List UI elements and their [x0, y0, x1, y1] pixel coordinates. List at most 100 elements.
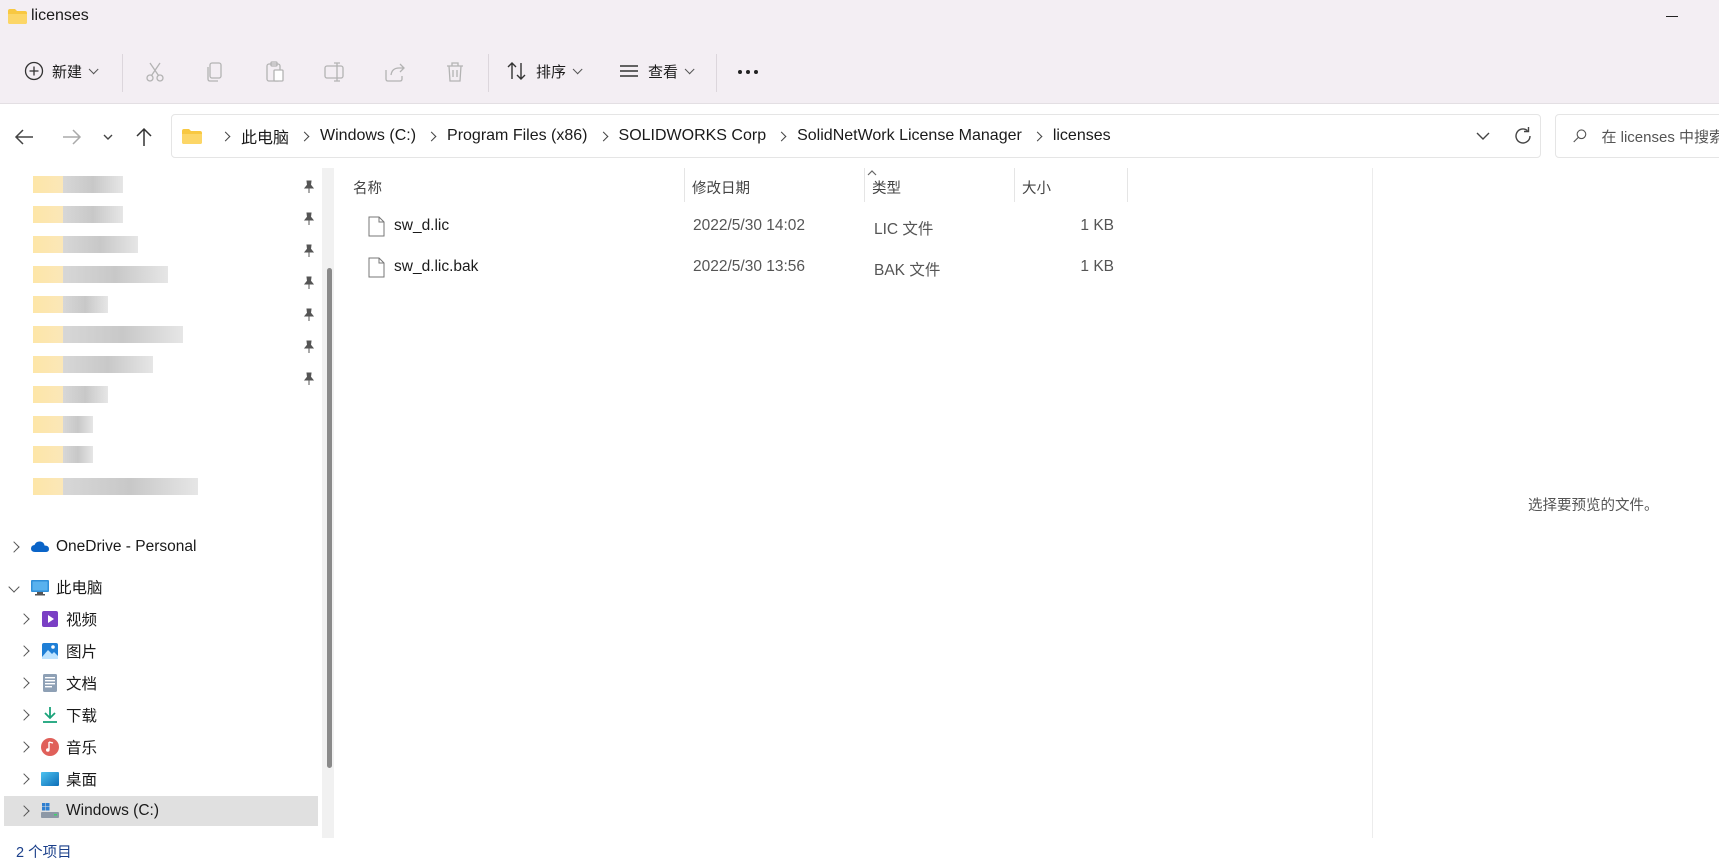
chevron-right-icon[interactable] — [18, 741, 30, 753]
new-button[interactable]: 新建 — [24, 53, 99, 89]
back-button[interactable] — [12, 124, 38, 150]
share-button[interactable] — [383, 60, 407, 84]
crumb-license-manager[interactable]: SolidNetWork License Manager — [797, 127, 1022, 145]
chevron-right-icon[interactable] — [776, 131, 787, 141]
cut-icon — [146, 62, 164, 82]
chevron-down-icon — [572, 63, 583, 74]
sidebar-item-documents[interactable]: 文档 — [0, 668, 318, 698]
file-date: 2022/5/30 13:56 — [693, 258, 806, 275]
paste-icon — [266, 61, 284, 82]
chevron-right-icon[interactable] — [426, 131, 437, 141]
chevron-down-icon — [103, 134, 113, 140]
title-bar: licenses — [0, 0, 1719, 36]
sidebar-item-this-pc[interactable]: 此电脑 — [0, 572, 318, 602]
sidebar-item-label: 文档 — [66, 676, 98, 693]
rename-button[interactable] — [323, 60, 347, 84]
chevron-down-icon[interactable] — [8, 581, 20, 593]
sidebar-item-downloads[interactable]: 下载 — [0, 700, 318, 730]
chevron-down-icon — [684, 63, 695, 74]
pictures-icon — [42, 643, 58, 659]
chevron-right-icon[interactable] — [299, 131, 310, 141]
delete-button[interactable] — [443, 60, 467, 84]
chevron-right-icon[interactable] — [18, 677, 30, 689]
sidebar-item-windows-c[interactable]: Windows (C:) — [4, 796, 318, 826]
sidebar-item-onedrive[interactable]: OneDrive - Personal — [0, 532, 318, 562]
sidebar-item-label: 此电脑 — [56, 580, 103, 597]
table-row[interactable]: sw_d.lic 2022/5/30 14:02 LIC 文件 1 KB — [344, 206, 1134, 246]
chevron-right-icon[interactable] — [18, 709, 30, 721]
new-label: 新建 — [52, 63, 83, 81]
sort-label: 排序 — [536, 63, 567, 81]
file-type: LIC 文件 — [874, 221, 934, 238]
more-button[interactable] — [736, 60, 760, 84]
chevron-right-icon[interactable] — [18, 773, 30, 785]
column-header-type[interactable]: 类型 — [865, 168, 1014, 202]
sidebar-item-label: 图片 — [66, 644, 98, 661]
file-name: sw_d.lic.bak — [394, 258, 479, 275]
search-icon — [1573, 129, 1587, 143]
view-label: 查看 — [648, 63, 679, 81]
status-bar: 2 个项目 — [0, 838, 1719, 866]
copy-button[interactable] — [203, 60, 227, 84]
sidebar-item-pictures[interactable]: 图片 — [0, 636, 318, 666]
share-icon — [385, 63, 405, 82]
sort-icon — [507, 62, 526, 80]
address-bar[interactable]: 此电脑 Windows (C:) Program Files (x86) SOL… — [171, 114, 1541, 158]
divider — [716, 54, 717, 92]
file-type: BAK 文件 — [874, 262, 941, 279]
more-icon — [738, 70, 758, 74]
sidebar-item-videos[interactable]: 视频 — [0, 604, 318, 634]
music-icon — [41, 738, 59, 756]
sidebar-item-label: OneDrive - Personal — [56, 538, 197, 555]
crumb-this-pc[interactable]: 此电脑 — [241, 124, 289, 148]
sidebar-item-desktop[interactable]: 桌面 — [0, 764, 318, 794]
paste-button[interactable] — [263, 60, 287, 84]
navigation-pane: OneDrive - Personal 此电脑 视频 图片 文档 下载 音乐 桌… — [0, 168, 322, 838]
search-placeholder: 在 licenses 中搜索 — [1601, 128, 1719, 146]
chevron-right-icon[interactable] — [18, 613, 30, 625]
chevron-right-icon[interactable] — [18, 805, 30, 817]
address-history-button[interactable] — [1474, 127, 1492, 145]
column-header-size[interactable]: 大小 — [1015, 168, 1127, 202]
column-header-date[interactable]: 修改日期 — [685, 168, 864, 202]
chevron-right-icon[interactable] — [598, 131, 608, 141]
sidebar-item-label: 视频 — [66, 612, 98, 629]
column-header-name[interactable]: 名称 — [344, 168, 684, 202]
downloads-icon — [43, 707, 57, 723]
chevron-right-icon[interactable] — [220, 131, 231, 141]
search-input[interactable]: 在 licenses 中搜索 — [1555, 114, 1719, 158]
table-row[interactable]: sw_d.lic.bak 2022/5/30 13:56 BAK 文件 1 KB — [344, 247, 1134, 287]
cut-button[interactable] — [143, 60, 167, 84]
file-icon — [368, 257, 385, 278]
minimize-button[interactable] — [1660, 6, 1684, 28]
column-divider[interactable] — [1127, 168, 1128, 202]
sidebar-item-label: 下载 — [66, 708, 98, 725]
plus-circle-icon — [24, 61, 44, 81]
sidebar-item-label: Windows (C:) — [66, 802, 160, 819]
crumb-windows-c[interactable]: Windows (C:) — [320, 127, 416, 145]
sort-button[interactable]: 排序 — [506, 53, 583, 89]
up-button[interactable] — [131, 124, 157, 150]
chevron-right-icon[interactable] — [18, 645, 30, 657]
chevron-right-icon[interactable] — [8, 541, 20, 553]
crumb-licenses[interactable]: licenses — [1053, 127, 1111, 145]
crumb-solidworks-corp[interactable]: SOLIDWORKS Corp — [619, 127, 767, 145]
refresh-icon[interactable] — [1512, 125, 1534, 147]
column-type-label: 类型 — [872, 181, 901, 197]
cloud-icon — [31, 541, 49, 552]
sidebar-item-music[interactable]: 音乐 — [0, 732, 318, 762]
view-button[interactable]: 查看 — [618, 53, 695, 89]
arrow-left-icon — [14, 129, 33, 145]
recent-locations-button[interactable] — [98, 124, 118, 150]
chevron-right-icon[interactable] — [1032, 131, 1043, 141]
pin-icon — [303, 372, 315, 385]
preview-message: 选择要预览的文件。 — [1528, 498, 1659, 514]
sidebar-scrollbar-thumb[interactable] — [327, 268, 332, 768]
file-size: 1 KB — [1080, 258, 1114, 275]
crumb-program-files[interactable]: Program Files (x86) — [447, 127, 587, 145]
column-date-label: 修改日期 — [692, 181, 750, 197]
rename-icon — [324, 62, 344, 82]
delete-icon — [447, 62, 463, 82]
forward-button[interactable] — [58, 124, 84, 150]
breadcrumb: 此电脑 Windows (C:) Program Files (x86) SOL… — [210, 124, 1111, 148]
